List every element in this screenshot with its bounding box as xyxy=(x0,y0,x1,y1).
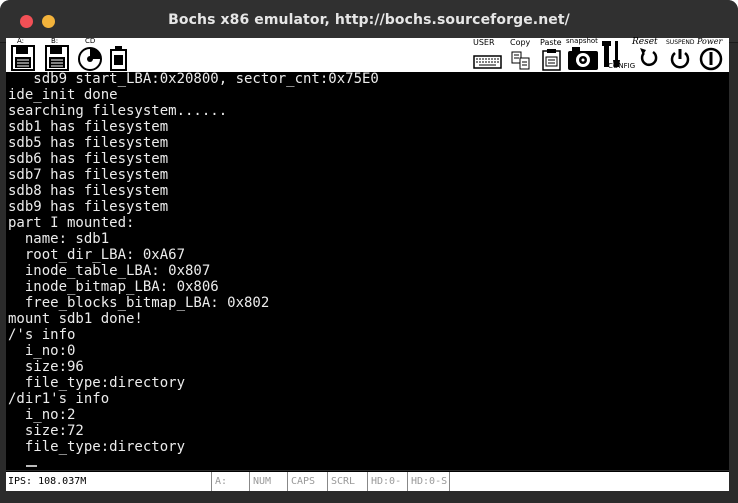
console-line: sdb6 has filesystem xyxy=(8,151,169,167)
title-bar[interactable]: Bochs x86 emulator, http://bochs.sourcef… xyxy=(0,0,738,43)
emulator-window: Bochs x86 emulator, http://bochs.sourcef… xyxy=(0,0,738,503)
copy-button[interactable]: Copy xyxy=(508,38,534,72)
scroll-lock-indicator: SCRL xyxy=(327,472,367,492)
suspend-label: SUSPEND xyxy=(666,39,695,46)
window-bottom-frame xyxy=(0,491,738,503)
bochs-toolbar: A: B: CD USER Copy Paste snapshot CONFIG… xyxy=(6,37,729,73)
console-line: free_blocks_bitmap_LBA: 0x802 xyxy=(8,295,270,311)
floppy-b-label: B: xyxy=(51,37,59,45)
console-line: i_no:2 xyxy=(8,407,76,423)
cdrom-label: CD xyxy=(85,37,96,45)
floppy-b-button[interactable]: B: xyxy=(42,37,72,72)
console-line: size:72 xyxy=(8,423,84,439)
console-line: size:96 xyxy=(8,359,84,375)
floppy-a-status: A: xyxy=(211,472,249,492)
window-title: Bochs x86 emulator, http://bochs.sourcef… xyxy=(168,12,570,28)
console-line: file_type:directory xyxy=(8,375,186,391)
floppy-a-label: A: xyxy=(17,37,25,45)
console-line: part I mounted: xyxy=(8,215,135,231)
reset-label: Reset xyxy=(632,37,658,47)
usb-drive-button[interactable] xyxy=(108,38,130,72)
power-label: Power xyxy=(697,37,723,46)
console-line: root_dir_LBA: 0xA67 xyxy=(8,247,186,263)
status-filler xyxy=(449,472,729,492)
user-label: USER xyxy=(473,38,495,47)
console-line: file_type:directory xyxy=(8,439,186,455)
text-cursor xyxy=(26,465,37,467)
console-line: /'s info xyxy=(8,327,76,343)
status-bar: IPS: 108.037M A: NUM CAPS SCRL HD:0-M HD… xyxy=(6,471,729,503)
console-line: sdb9 start_LBA:0x20800, sector_cnt:0x75E… xyxy=(8,72,379,87)
reset-button[interactable]: Reset xyxy=(632,37,666,72)
console-line: sdb1 has filesystem xyxy=(8,119,169,135)
console-line: inode_table_LBA: 0x807 xyxy=(8,263,211,279)
cdrom-button[interactable]: CD xyxy=(76,37,108,72)
console-line: name: sdb1 xyxy=(8,231,110,247)
emulator-display[interactable]: sdb9 start_LBA:0x20800, sector_cnt:0x75E… xyxy=(6,72,729,470)
console-line: sdb7 has filesystem xyxy=(8,167,169,183)
console-line: sdb8 has filesystem xyxy=(8,183,169,199)
console-line: ide_init done xyxy=(8,87,118,103)
console-line: sdb9 has filesystem xyxy=(8,199,169,215)
console-line: inode_bitmap_LBA: 0x806 xyxy=(8,279,219,295)
paste-label: Paste xyxy=(540,38,562,47)
num-lock-indicator: NUM xyxy=(249,472,287,492)
caps-lock-indicator: CAPS xyxy=(287,472,327,492)
ips-indicator: IPS: 108.037M xyxy=(8,476,87,487)
floppy-a-button[interactable]: A: xyxy=(8,37,38,72)
config-button[interactable]: CONFIG xyxy=(600,38,635,72)
power-button[interactable]: Power xyxy=(696,37,729,72)
hd-slave-indicator: HD:0-S xyxy=(407,472,449,492)
paste-button[interactable]: Paste xyxy=(538,38,566,72)
user-keyboard-button[interactable]: USER xyxy=(472,38,504,72)
hd-master-indicator: HD:0-M xyxy=(367,472,407,503)
console-line: i_no:0 xyxy=(8,343,76,359)
copy-label: Copy xyxy=(510,38,531,47)
console-line: sdb5 has filesystem xyxy=(8,135,169,151)
console-line: /dir1's info xyxy=(8,391,110,407)
suspend-button[interactable]: SUSPEND xyxy=(666,38,698,72)
snapshot-button[interactable]: snapshot xyxy=(566,37,600,72)
console-line: mount sdb1 done! xyxy=(8,311,143,327)
console-output: sdb9 start_LBA:0x20800, sector_cnt:0x75E… xyxy=(6,72,729,455)
snapshot-label: snapshot xyxy=(566,37,598,45)
usb-drive-icon xyxy=(110,46,127,71)
console-line: searching filesystem...... xyxy=(8,103,228,119)
